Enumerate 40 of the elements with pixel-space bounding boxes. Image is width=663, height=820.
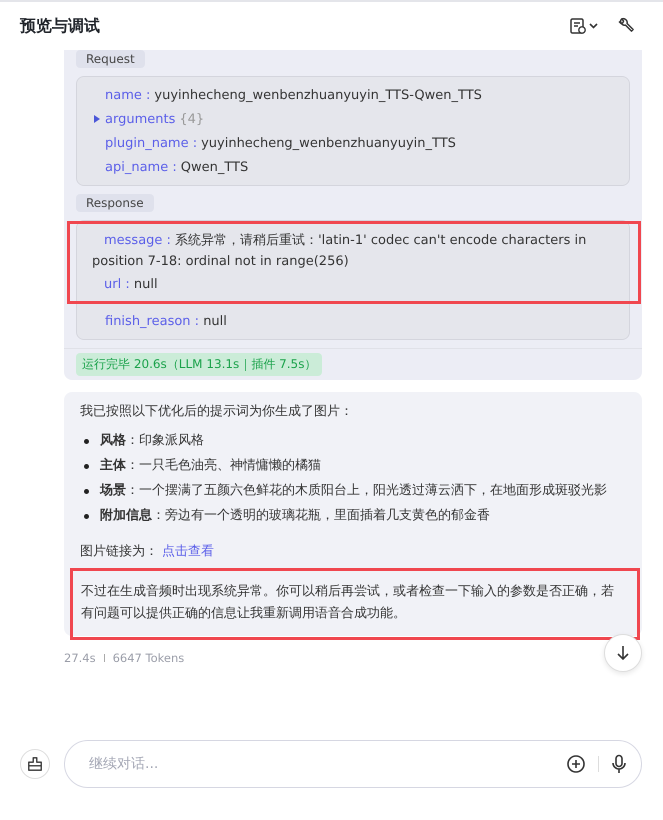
response-label: Response bbox=[76, 194, 154, 212]
field-key: api_name : bbox=[105, 160, 177, 174]
field-key: name : bbox=[105, 88, 150, 102]
add-icon[interactable] bbox=[566, 754, 586, 774]
wrench-icon[interactable] bbox=[617, 17, 635, 35]
response-field: url : null bbox=[92, 273, 618, 296]
expand-triangle-icon[interactable] bbox=[93, 114, 101, 124]
field-value: yuyinhecheng_wenbenzhuanyuyin_TTS bbox=[201, 136, 456, 150]
field-value: yuyinhecheng_wenbenzhuanyuyin_TTS-Qwen_TTS bbox=[154, 88, 482, 102]
brush-icon bbox=[27, 755, 43, 773]
response-field: message : 系统异常，请稍后重试：'latin-1' codec can't encode characters in position 7-18: ordinal not in range(256) bbox=[92, 229, 618, 273]
request-label: Request bbox=[76, 50, 145, 68]
bullet-icon bbox=[84, 464, 89, 469]
bullet-icon bbox=[84, 489, 89, 494]
field-value: Qwen_TTS bbox=[180, 160, 248, 174]
view-link[interactable]: 点击查看 bbox=[162, 542, 214, 560]
response-time: 27.4s bbox=[64, 651, 96, 665]
panel-title: 预览与调试 bbox=[20, 16, 100, 36]
microphone-icon[interactable] bbox=[611, 754, 627, 774]
response-field: finish_reason : null bbox=[93, 310, 617, 333]
field-key: plugin_name : bbox=[105, 136, 198, 150]
clear-history-button[interactable] bbox=[20, 749, 50, 779]
list-item-text: 附加信息：旁边有一个透明的玻璃花瓶，里面插着几支黄色的郁金香 bbox=[100, 507, 490, 525]
list-item-text: 场景：一个摆满了五颜六色鲜花的木质阳台上，阳光透过薄云洒下，在地面形成斑驳光影 bbox=[100, 482, 607, 500]
document-settings-button[interactable] bbox=[569, 17, 599, 35]
list-item-text: 主体：一只毛色油亮、神情慵懒的橘猫 bbox=[100, 456, 321, 475]
chat-input[interactable]: 继续对话... bbox=[87, 755, 554, 773]
field-count: {4} bbox=[179, 112, 204, 126]
bullet-icon bbox=[84, 439, 89, 444]
answer-text: 不过在生成音频时出现系统异常。你可以稍后再尝试，或者检查一下输入的参数是否正确，若有问题可以提供正确的信息让我重新调用语音合成功能。 bbox=[81, 583, 615, 623]
field-key[interactable]: arguments bbox=[105, 112, 176, 126]
answer-text: 我已按照以下优化后的提示词为你生成了图片： bbox=[80, 403, 354, 420]
scroll-down-button[interactable] bbox=[604, 634, 642, 672]
run-status-badge: 运行完毕 20.6s（LLM 13.1s｜插件 7.5s） bbox=[76, 353, 322, 376]
arrow-down-icon bbox=[616, 645, 630, 661]
input-bar[interactable]: 继续对话... bbox=[64, 740, 642, 788]
token-count: 6647 Tokens bbox=[112, 651, 184, 665]
list-item-text: 风格：印象派风格 bbox=[100, 432, 204, 450]
bullet-icon bbox=[84, 514, 89, 519]
link-label: 图片链接为： bbox=[80, 543, 158, 560]
